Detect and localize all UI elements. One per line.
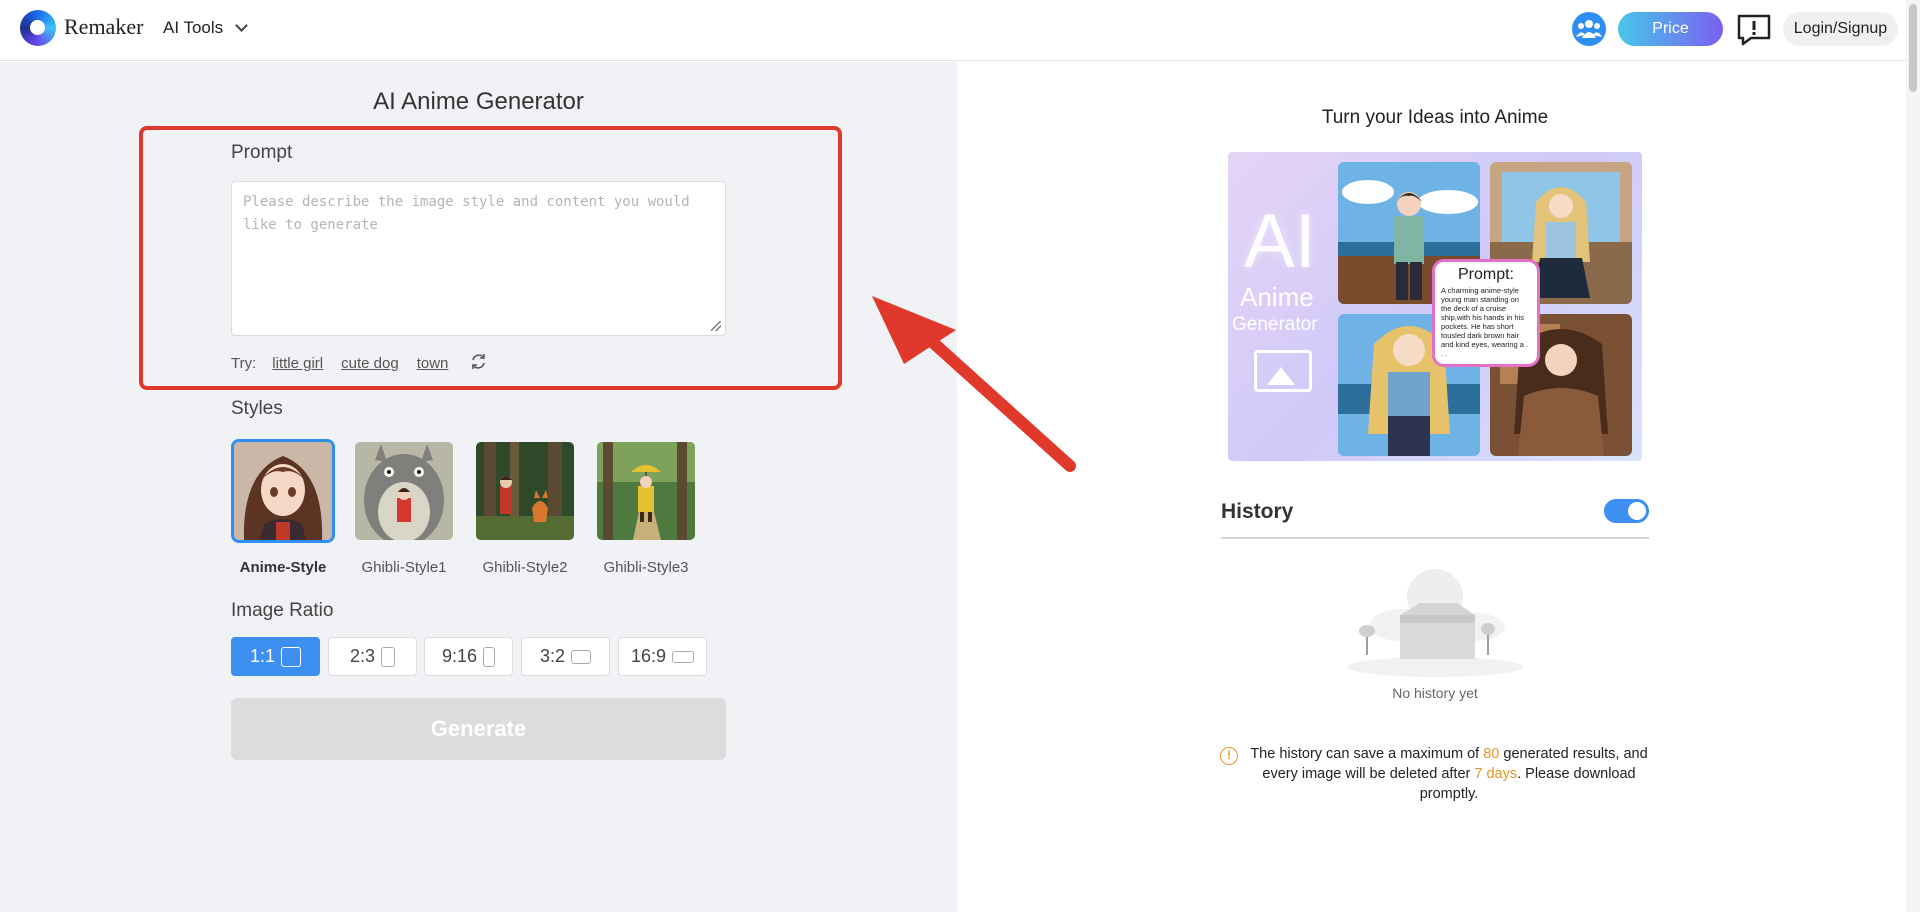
- page-scrollbar[interactable]: [1906, 0, 1920, 912]
- style-ghibli-2-thumbnail[interactable]: [473, 439, 577, 543]
- style-ghibli-3[interactable]: Ghibli-Style3: [594, 439, 698, 576]
- try-suggestion-cute-dog[interactable]: cute dog: [341, 355, 399, 372]
- resize-handle-icon[interactable]: [711, 321, 721, 331]
- style-anime-name: Anime-Style: [239, 559, 327, 576]
- ratio-16-9-button[interactable]: 16:9: [618, 637, 707, 676]
- history-toggle[interactable]: [1604, 499, 1649, 523]
- banner-heading-anime: Anime: [1240, 282, 1314, 312]
- prompt-box: [231, 181, 726, 336]
- ratio-16-9-label: 16:9: [630, 646, 667, 666]
- ratio-square-icon: [281, 646, 302, 667]
- style-ghibli-3-thumbnail[interactable]: [594, 439, 698, 543]
- style-ghibli-1-name: Ghibli-Style1: [361, 559, 447, 576]
- style-ghibli-2[interactable]: Ghibli-Style2: [473, 439, 577, 576]
- style-ghibli-3-name: Ghibli-Style3: [603, 559, 689, 576]
- prompt-input[interactable]: [232, 182, 725, 335]
- history-notice: ! The history can save a maximum of 80 g…: [1220, 744, 1650, 804]
- generate-button[interactable]: Generate: [231, 698, 726, 760]
- community-group-icon[interactable]: [1572, 12, 1606, 46]
- login-signup-button[interactable]: Login/Signup: [1783, 12, 1898, 46]
- ratio-landscape-icon: [571, 649, 592, 664]
- scrollbar-thumb[interactable]: [1909, 4, 1917, 92]
- ratio-9-16-label: 9:16: [441, 646, 478, 666]
- history-notice-text: The history can save a maximum of 80 gen…: [1248, 744, 1650, 804]
- notice-days: 7 days: [1474, 766, 1518, 782]
- ratio-tall-icon: [483, 646, 496, 667]
- notice-max-count: 80: [1483, 746, 1500, 762]
- image-ratio-label: Image Ratio: [231, 600, 334, 621]
- style-anime[interactable]: Anime-Style: [231, 439, 335, 576]
- showcase-banner-image: AI Anime Generator Prompt: A charming an…: [1228, 152, 1642, 461]
- annotation-arrow-icon: [872, 296, 1076, 472]
- ratio-1-1-button[interactable]: 1:1: [231, 637, 320, 676]
- ratio-2-3-label: 2:3: [349, 646, 376, 666]
- styles-label: Styles: [231, 398, 283, 419]
- try-suggestion-little-girl[interactable]: little girl: [272, 355, 323, 372]
- ratio-wide-icon: [672, 650, 695, 663]
- brand-name[interactable]: Remaker: [64, 14, 143, 40]
- ratio-portrait-icon: [381, 646, 396, 667]
- showcase-title: Turn your Ideas into Anime: [1321, 107, 1549, 128]
- ratio-9-16-button[interactable]: 9:16: [424, 637, 513, 676]
- feedback-icon[interactable]: [1737, 14, 1771, 51]
- notice-part-1: The history can save a maximum of: [1250, 746, 1484, 762]
- top-header: Remaker AI Tools Price Login/Signup: [0, 0, 1920, 61]
- prompt-bubble-text: A charming anime-style young man standin…: [1441, 286, 1529, 358]
- banner-heading-generator: Generator: [1232, 314, 1318, 335]
- history-label: History: [1221, 500, 1294, 523]
- ratio-3-2-label: 3:2: [539, 646, 566, 666]
- remaker-logo-icon[interactable]: [20, 10, 56, 46]
- style-ghibli-2-name: Ghibli-Style2: [482, 559, 568, 576]
- ai-tools-label: AI Tools: [163, 18, 224, 37]
- price-button[interactable]: Price: [1618, 12, 1723, 46]
- empty-history-text: No history yet: [1392, 685, 1478, 701]
- empty-box-icon: [1347, 569, 1523, 677]
- try-label: Try:: [231, 355, 257, 372]
- refresh-icon[interactable]: [470, 353, 487, 374]
- prompt-bubble-title: Prompt:: [1457, 266, 1514, 283]
- history-divider: [1221, 537, 1649, 539]
- info-icon: !: [1220, 747, 1238, 765]
- ai-tools-menu[interactable]: AI Tools: [163, 18, 249, 38]
- image-icon: [1254, 350, 1312, 392]
- style-anime-thumbnail[interactable]: [231, 439, 335, 543]
- style-ghibli-1-thumbnail[interactable]: [352, 439, 456, 543]
- style-ghibli-1[interactable]: Ghibli-Style1: [352, 439, 456, 576]
- banner-heading-ai: AI: [1244, 199, 1316, 284]
- generator-panel: AI Anime Generator Prompt Try: little gi…: [0, 62, 957, 912]
- try-suggestions: Try: little girl cute dog town: [231, 353, 487, 374]
- page-title: AI Anime Generator: [373, 88, 584, 115]
- prompt-label: Prompt: [231, 142, 293, 163]
- try-suggestion-town[interactable]: town: [417, 355, 449, 372]
- prompt-bubble: Prompt: A charming anime-style young man…: [1432, 259, 1540, 367]
- ratio-1-1-label: 1:1: [249, 646, 276, 666]
- ratio-3-2-button[interactable]: 3:2: [521, 637, 610, 676]
- ratio-2-3-button[interactable]: 2:3: [328, 637, 417, 676]
- chevron-down-icon: [235, 19, 249, 32]
